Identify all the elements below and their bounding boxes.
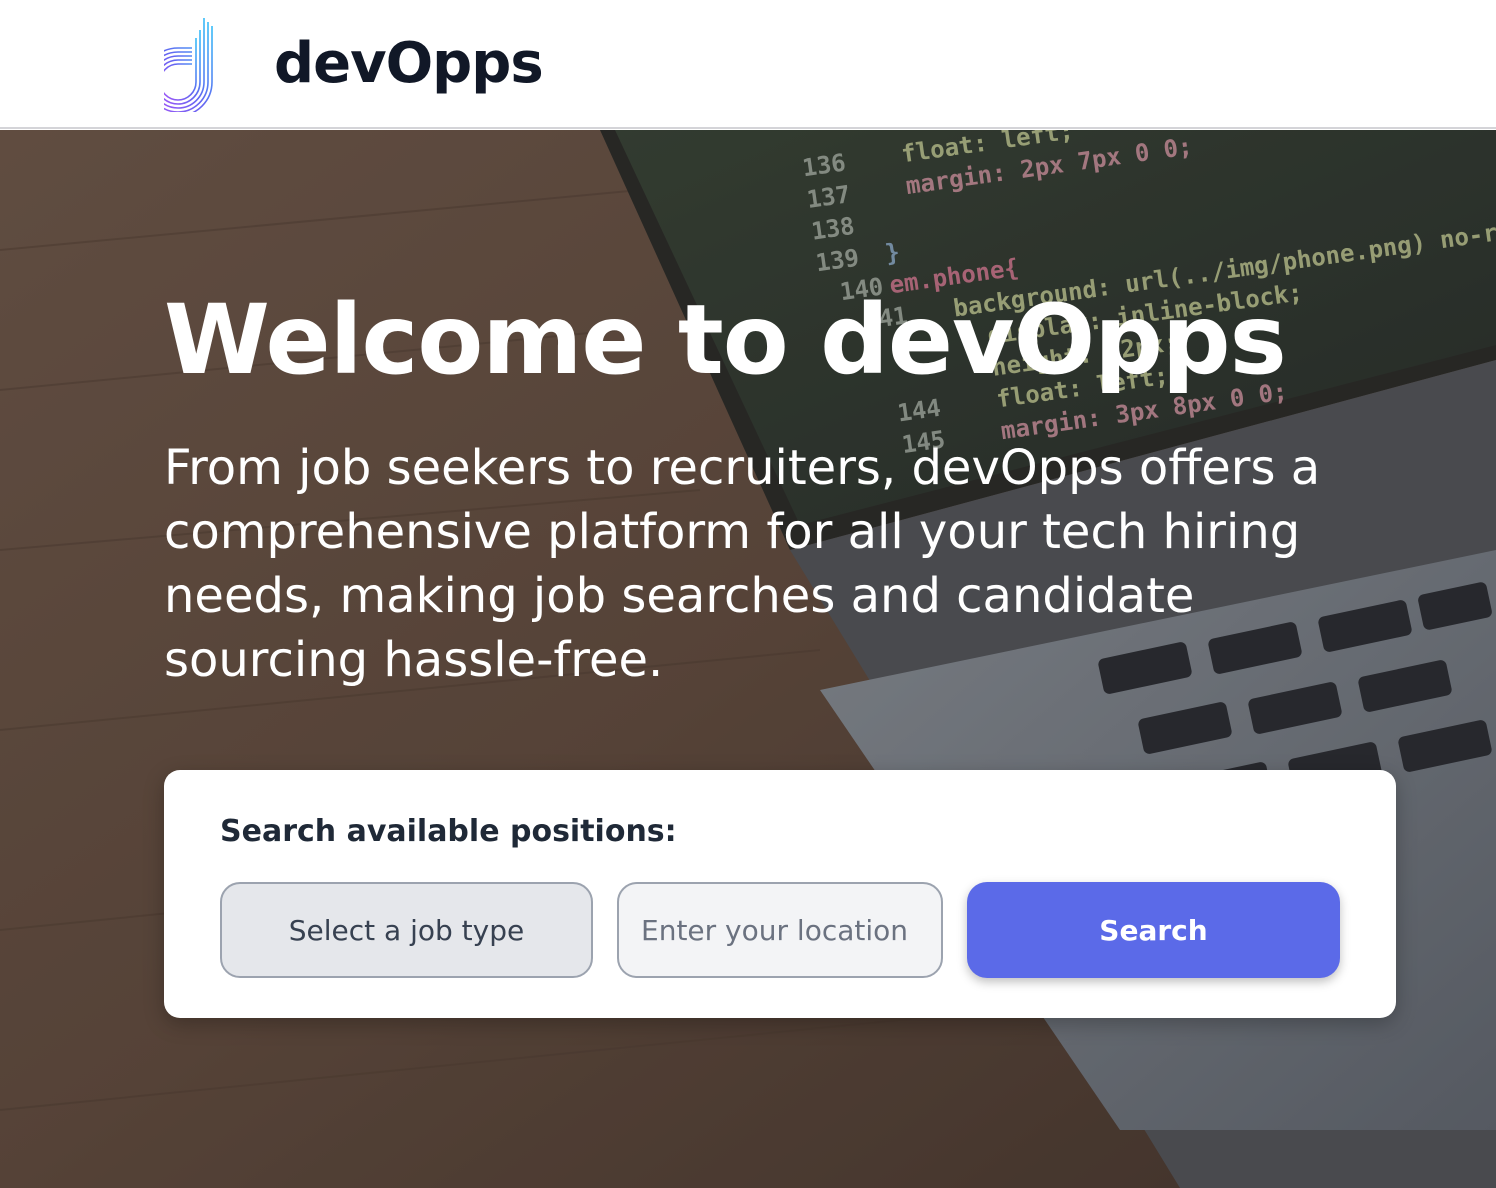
- hero-title: Welcome to devOpps: [164, 284, 1287, 396]
- brand-name: devOpps: [274, 31, 544, 96]
- site-header: devOpps: [0, 0, 1496, 129]
- search-card: Search available positions: Select a job…: [164, 770, 1396, 1018]
- brand-home-link[interactable]: devOpps: [164, 16, 544, 112]
- job-type-select[interactable]: Select a job type: [220, 882, 593, 978]
- search-heading: Search available positions:: [220, 814, 677, 849]
- devopps-logo-icon: [164, 18, 256, 112]
- location-input[interactable]: [617, 882, 943, 978]
- hero-subtitle: From job seekers to recruiters, devOpps …: [164, 440, 1321, 688]
- hero-section: 136 float: left; 137 margin: 2px 7px 0 0…: [0, 130, 1496, 1188]
- search-button[interactable]: Search: [967, 882, 1340, 978]
